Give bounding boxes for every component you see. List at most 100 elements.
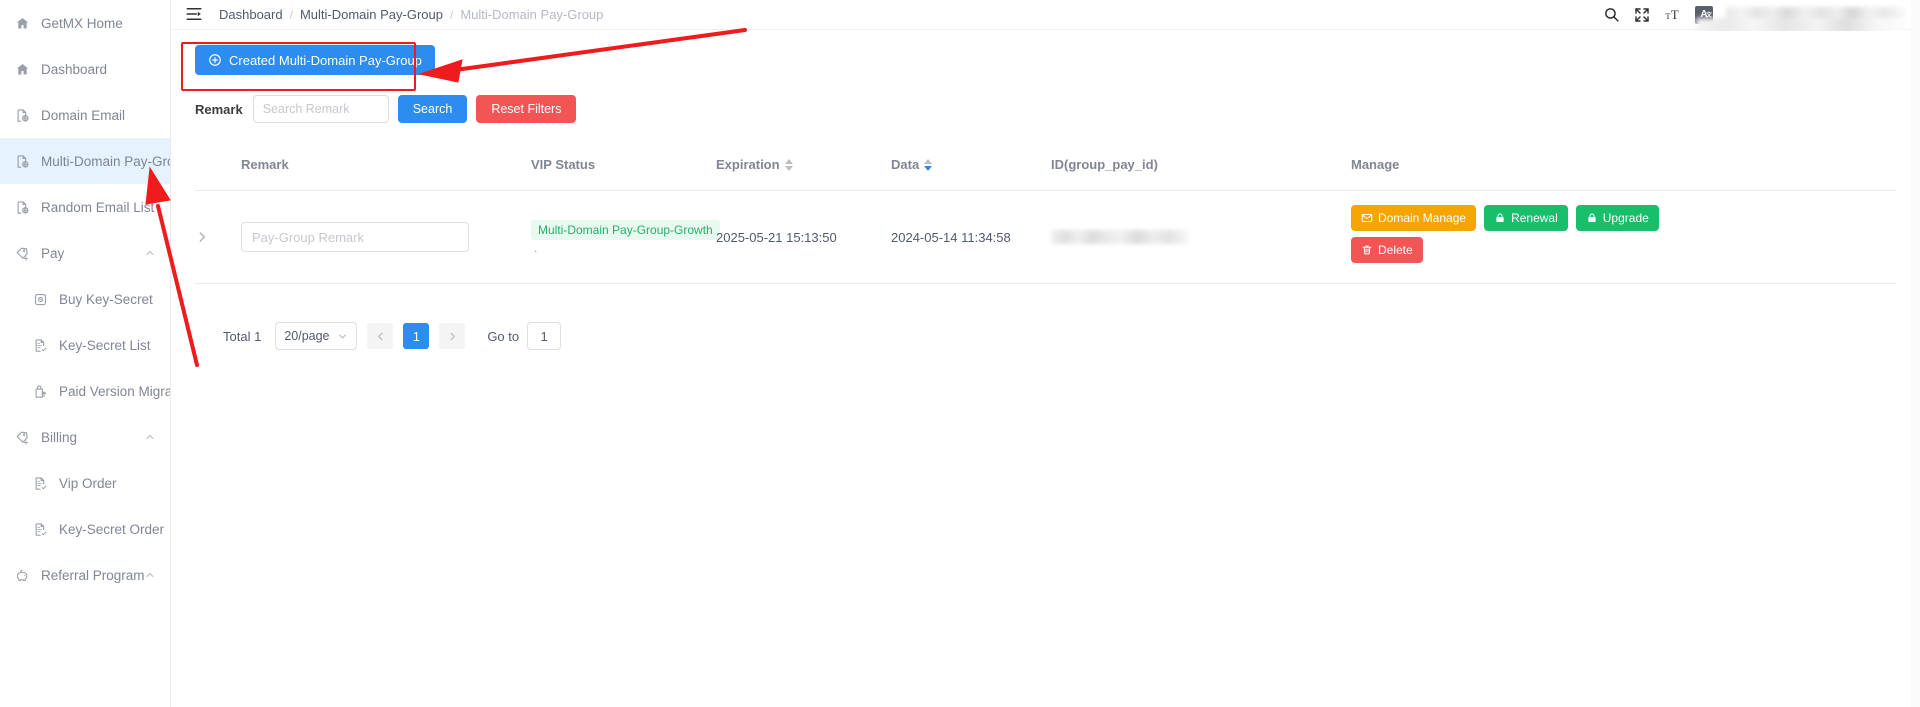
pagination-next-button[interactable] [439,323,466,349]
breadcrumb-separator: / [289,7,293,22]
created-multi-domain-pay-group-button[interactable]: Created Multi-Domain Pay-Group [195,45,435,75]
top-header: Dashboard / Multi-Domain Pay-Group / Multi-D… [171,0,1920,30]
tag-plus-icon [14,245,31,262]
table-header-label: Data [891,157,920,172]
goto-page-input[interactable] [527,322,562,350]
domain-manage-button[interactable]: Domain Manage [1351,205,1477,231]
font-size-icon[interactable]: T T [1660,2,1686,28]
page-scrollbar[interactable] [1911,0,1920,707]
pay-group-table-wrapper: Remark VIP Status Expiration Data ID(group_p… [195,147,1896,284]
action-button-label: Renewal [1511,211,1558,225]
breadcrumb-separator: / [450,7,454,22]
reset-filters-button[interactable]: Reset Filters [476,95,577,123]
action-button-label: Domain Manage [1378,211,1467,225]
pagination-page-1[interactable]: 1 [403,323,430,349]
sidebar-item-buy-key-secret[interactable]: Buy Key-Secret [0,276,170,322]
main-content: Created Multi-Domain Pay-Group Remark Se… [171,31,1920,707]
breadcrumb-item[interactable]: Dashboard [219,7,283,22]
sidebar-item-dashboard[interactable]: Dashboard [0,46,170,92]
table-row: Multi-Domain Pay-Group-Growth.2025-05-21… [195,190,1896,284]
chevron-right-icon[interactable] [195,230,209,244]
table-header-vip_status: VIP Status [531,147,716,191]
svg-text:T: T [1670,8,1678,22]
doc-check-icon [32,475,49,492]
row-remark-input[interactable] [241,222,469,252]
sort-toggle-data[interactable] [924,158,933,171]
table-header-label: Expiration [716,157,780,172]
sidebar-item-label: Key-Secret List [59,337,151,353]
chevron-up-icon [144,247,156,259]
sort-toggle-expiration[interactable] [784,158,793,171]
sidebar-item-multi-domain-pay-group[interactable]: Multi-Domain Pay-Group [0,138,170,184]
sidebar-item-label: Multi-Domain Pay-Group [41,153,170,169]
sidebar: GetMX Home Dashboard Domain Email Multi-Dom… [0,0,171,707]
action-button-label: Upgrade [1602,211,1649,225]
sidebar-item-label: Pay [41,245,65,261]
action-button-label: Delete [1378,243,1413,257]
vip-status-suffix: . [534,240,538,255]
sidebar-item-random-email-list[interactable]: Random Email List [0,184,170,230]
row-data-cell: 2024-05-14 11:34:58 [891,190,1051,284]
row-expand-cell [195,190,241,284]
sidebar-item-domain-email[interactable]: Domain Email [0,92,170,138]
trash-icon [1361,244,1373,256]
table-header-data[interactable]: Data [891,147,1051,191]
sidebar-item-label: Dashboard [41,61,108,77]
breadcrumb-item: Multi-Domain Pay-Group [460,7,604,22]
pagination: Total 1 20/page 1 Go to [195,322,1896,350]
hamburger-collapse-icon[interactable] [185,5,205,25]
row-remark-cell [241,190,531,284]
row-group-id-cell [1051,190,1351,284]
page-size-label: 20/page [284,329,330,343]
sidebar-item-label: GetMX Home [41,15,123,31]
table-header-label: VIP Status [531,157,596,172]
table-body: Multi-Domain Pay-Group-Growth.2025-05-21… [195,190,1896,284]
doc-check-icon [32,521,49,538]
sidebar-item-key-secret-list[interactable]: Key-Secret List [0,322,170,368]
sidebar-item-pay[interactable]: Pay [0,230,170,276]
table-header-label: Remark [241,157,289,172]
sidebar-item-referral-program[interactable]: Referral Program [0,552,170,598]
home-icon [14,61,31,78]
sidebar-item-label: Domain Email [41,107,126,123]
sidebar-item-getmx-home[interactable]: GetMX Home [0,0,170,46]
search-remark-input[interactable] [252,95,389,123]
goto-label: Go to [487,328,520,344]
domain-doc-icon [14,153,31,170]
sidebar-item-label: Random Email List [41,199,155,215]
piggy-bank-icon [14,567,31,584]
table-header-expiration[interactable]: Expiration [716,147,891,191]
row-manage-cell: Domain Manage Renewal Upgrade Delete [1351,190,1896,284]
sidebar-item-label: Billing [41,429,78,445]
pagination-prev-button[interactable] [367,323,394,349]
breadcrumb-item[interactable]: Multi-Domain Pay-Group [300,7,443,22]
sidebar-item-label: Buy Key-Secret [59,291,153,307]
page-size-select[interactable]: 20/page [275,322,358,350]
delete-button[interactable]: Delete [1351,237,1423,263]
sidebar-item-label: Key-Secret Order [59,521,165,537]
renewal-button[interactable]: Renewal [1484,205,1568,231]
create-button-label: Created Multi-Domain Pay-Group [229,52,422,68]
search-icon[interactable] [1598,2,1624,28]
sidebar-item-vip-order[interactable]: Vip Order [0,460,170,506]
chevron-up-icon [144,431,156,443]
sidebar-item-billing[interactable]: Billing [0,414,170,460]
page-card: Created Multi-Domain Pay-Group Remark Se… [171,31,1920,350]
domain-doc-icon [14,199,31,216]
table-header-remark: Remark [241,147,531,191]
sidebar-item-label: Vip Order [59,475,117,491]
shop-bag-icon [32,291,49,308]
total-count-label: Total 1 [223,328,262,344]
lock-icon [1494,212,1506,224]
upgrade-button[interactable]: Upgrade [1575,205,1659,231]
mail-icon [1361,212,1373,224]
fullscreen-icon[interactable] [1629,2,1655,28]
sidebar-item-key-secret-order[interactable]: Key-Secret Order [0,506,170,552]
sidebar-item-paid-version-migration[interactable]: Paid Version Migration [0,368,170,414]
search-button[interactable]: Search [397,95,468,123]
table-header-label: Manage [1351,157,1400,172]
table-header-expand [195,147,241,191]
plus-circle-icon [209,54,221,66]
pay-group-table: Remark VIP Status Expiration Data ID(group_p… [195,147,1896,284]
row-expiration-cell: 2025-05-21 15:13:50 [716,190,891,284]
